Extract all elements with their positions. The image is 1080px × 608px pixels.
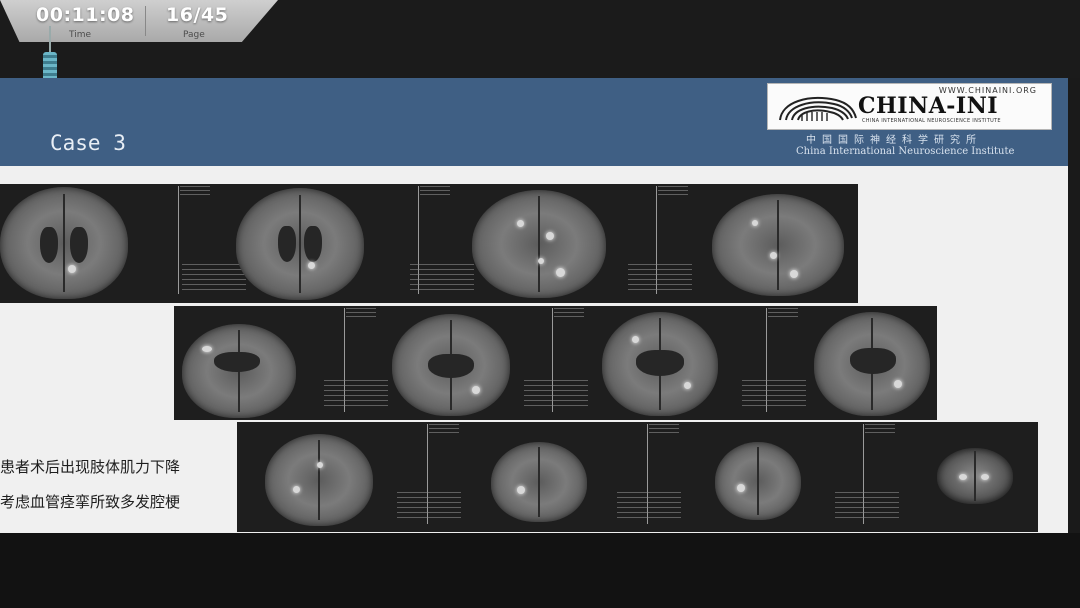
mri-slice bbox=[472, 190, 606, 298]
player-hud: 00:11:08 Time 16/45 Page bbox=[0, 0, 278, 42]
mri-image-row-2 bbox=[174, 306, 937, 420]
bottom-letterbox bbox=[0, 533, 1080, 608]
mri-slice bbox=[712, 194, 844, 296]
time-value: 00:11:08 bbox=[36, 4, 135, 26]
mri-slice bbox=[715, 442, 801, 520]
player-bar: 00:11:08 Time 16/45 Page bbox=[0, 0, 1080, 84]
brain-logo-icon bbox=[779, 97, 857, 121]
mri-slice bbox=[814, 312, 930, 416]
china-ini-logo: WWW.CHINAINI.ORG CHINA-INI CHINA INTERNA… bbox=[767, 83, 1052, 130]
slide-title: Case 3 bbox=[50, 131, 126, 155]
mri-slice bbox=[0, 187, 128, 299]
mri-slice bbox=[392, 314, 510, 416]
institute-name-cn: 中国国际神经科学研究所 bbox=[806, 135, 982, 146]
mri-image-row-3 bbox=[237, 422, 1038, 532]
mri-slice bbox=[182, 324, 296, 418]
caption-line-1: 患者术后出现肢体肌力下降 bbox=[0, 458, 181, 476]
mri-slice bbox=[602, 312, 718, 416]
logo-subtitle: CHINA INTERNATIONAL NEUROSCIENCE INSTITU… bbox=[862, 118, 1001, 124]
slide-header: Case 3 WWW.CHINAINI.ORG CHINA-INI CHINA … bbox=[0, 78, 1068, 166]
hud-divider bbox=[145, 6, 146, 36]
page-value: 16/45 bbox=[166, 4, 229, 26]
mri-image-row-1 bbox=[0, 184, 858, 303]
institute-name-en: China International Neuroscience Institu… bbox=[796, 146, 1015, 157]
caption-line-2: 考虑血管痉挛所致多发腔梗 bbox=[0, 493, 181, 511]
logo-name: CHINA-INI bbox=[858, 93, 999, 119]
time-label: Time bbox=[69, 30, 92, 40]
mri-slice bbox=[265, 434, 373, 526]
mri-slice bbox=[937, 448, 1013, 504]
mri-slice bbox=[491, 442, 587, 522]
mri-slice bbox=[236, 188, 364, 300]
presentation-slide: Case 3 WWW.CHINAINI.ORG CHINA-INI CHINA … bbox=[0, 78, 1068, 533]
page-label: Page bbox=[183, 30, 205, 40]
